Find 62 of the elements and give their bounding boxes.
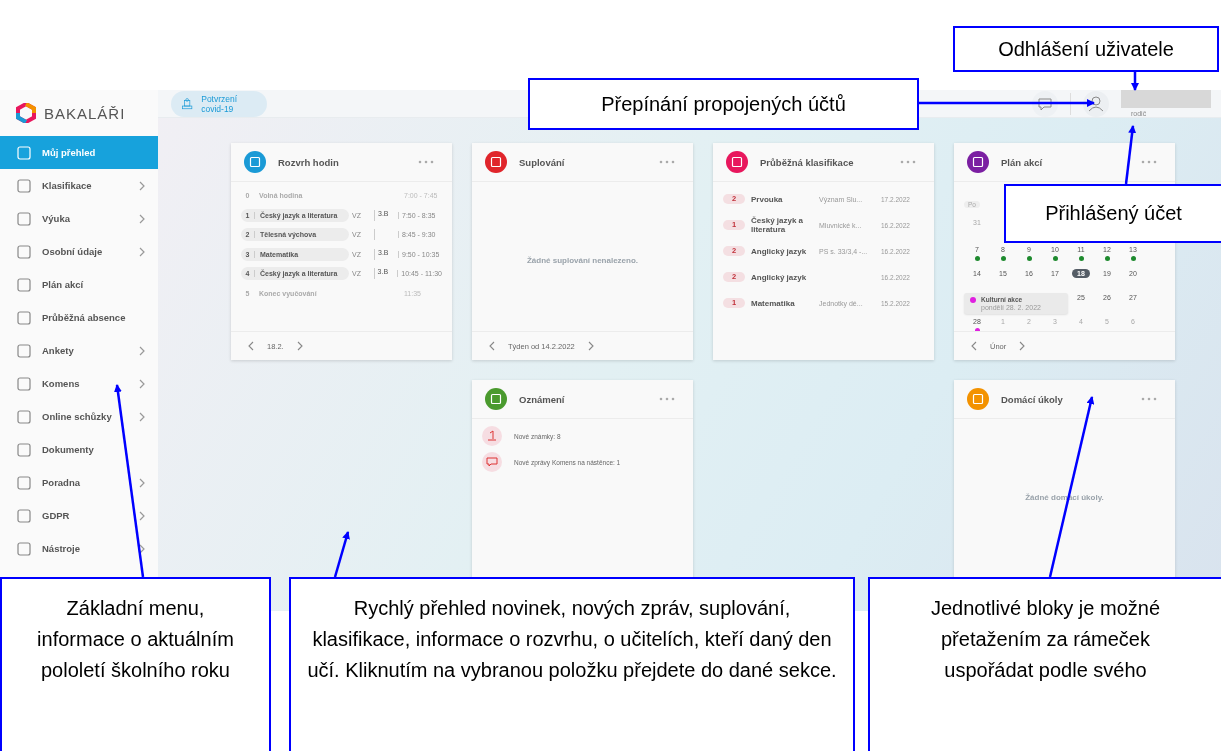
menu-item[interactable]: GDPR — [0, 499, 158, 532]
menu-item[interactable]: Plán akcí — [0, 268, 158, 301]
square-icon — [16, 474, 32, 491]
menu-item[interactable]: Průběžná absence — [0, 301, 158, 334]
more-icon[interactable] — [1141, 397, 1157, 401]
previous-icon[interactable] — [247, 341, 255, 351]
more-icon[interactable] — [1141, 160, 1157, 164]
previous-icon[interactable] — [970, 341, 978, 351]
menu-item[interactable]: Online schůzky — [0, 400, 158, 433]
menu-item[interactable]: Komens — [0, 367, 158, 400]
callout-text: Odhlášení uživatele — [998, 36, 1174, 62]
callout-text: Jednotlivé bloky je možné přetažením za rámeček uspořádat podle svého — [930, 596, 1161, 683]
subject: Matematika — [751, 298, 796, 308]
card-title: Plán akcí — [1001, 156, 1044, 168]
menu-item[interactable]: Výuka — [0, 202, 158, 235]
logo-icon — [16, 103, 36, 123]
square-icon — [16, 309, 32, 326]
card-title: Rozvrh hodin — [278, 156, 340, 168]
card-title: Oznámení — [519, 393, 566, 405]
next-icon[interactable] — [295, 341, 304, 351]
square-icon — [16, 243, 32, 260]
menu-item[interactable]: Klasifikace — [0, 169, 158, 202]
callout-text: Přepínání propojených účtů — [601, 91, 846, 117]
square-icon — [16, 375, 32, 392]
more-icon[interactable] — [659, 160, 675, 164]
user-avatar-icon[interactable] — [1083, 90, 1109, 117]
square-icon — [16, 210, 32, 227]
square-icon — [16, 342, 32, 359]
square-icon — [16, 507, 32, 524]
empty-message: Žádné suplování nenalezeno. — [525, 256, 640, 265]
chat-icon — [482, 452, 502, 472]
card-title: Průběžná klasifikace — [760, 156, 855, 168]
subject: Český jazyk a literatura — [751, 216, 805, 234]
callout-text: Přihlášený účet — [1045, 201, 1182, 226]
menu-item[interactable]: Poradna — [0, 466, 158, 499]
subject: Anglický jazyk — [751, 246, 808, 256]
more-icon[interactable] — [418, 160, 434, 164]
more-icon[interactable] — [900, 160, 916, 164]
more-icon[interactable] — [659, 397, 675, 401]
card-title: Suplování — [519, 156, 566, 168]
grade-icon — [482, 426, 502, 446]
brand-name: BAKALÁŘI — [44, 104, 126, 122]
square-icon — [16, 177, 32, 194]
callout-text: Základní menu, informace o aktuálním pololetí školního roku — [36, 596, 235, 683]
subject: Anglický jazyk — [751, 272, 808, 282]
previous-icon[interactable] — [488, 341, 496, 351]
next-icon[interactable] — [1018, 341, 1027, 351]
square-icon — [16, 276, 32, 293]
menu-item[interactable]: Dokumenty — [0, 433, 158, 466]
subject: Prvouka — [751, 194, 784, 204]
card-title: Domácí úkoly — [1001, 393, 1064, 405]
square-icon — [16, 441, 32, 458]
chevron-icon[interactable] — [138, 543, 146, 554]
callout-text: Rychlý přehled novinek, nových zpráv, suplování, klasifikace, informace o rozvrhu, o učitelích, kteří daný den učí. Kliknutím na vybranou položku přejdete do dané sekce. — [307, 596, 837, 683]
menu-item[interactable]: Ankety — [0, 334, 158, 367]
square-icon — [16, 408, 32, 425]
square-icon — [16, 540, 32, 557]
menu-item[interactable]: Nástroje — [0, 532, 158, 565]
square-icon — [16, 144, 32, 161]
menu-item[interactable]: Osobní údaje — [0, 235, 158, 268]
message-icon[interactable] — [1032, 90, 1058, 117]
next-icon[interactable] — [586, 341, 595, 351]
